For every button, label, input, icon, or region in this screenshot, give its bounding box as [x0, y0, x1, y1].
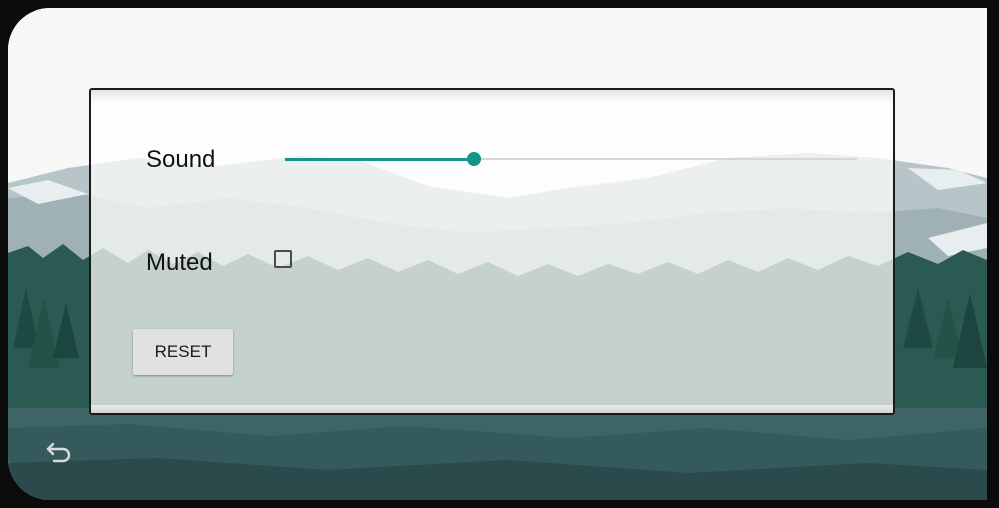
reset-button[interactable]: RESET	[133, 329, 233, 375]
sound-volume-slider[interactable]	[285, 146, 857, 172]
slider-thumb[interactable]	[467, 152, 481, 166]
back-button[interactable]	[43, 435, 75, 467]
sound-settings-dialog: Sound Muted RESET	[89, 88, 895, 415]
screen: Sound Muted RESET	[8, 8, 987, 500]
back-arrow-icon	[46, 442, 71, 463]
dialog-bottom-edge	[91, 405, 893, 413]
slider-fill	[285, 158, 474, 161]
dialog-top-edge	[91, 90, 893, 104]
muted-label: Muted	[146, 249, 213, 276]
sound-label: Sound	[146, 146, 216, 173]
muted-checkbox[interactable]	[274, 250, 292, 268]
